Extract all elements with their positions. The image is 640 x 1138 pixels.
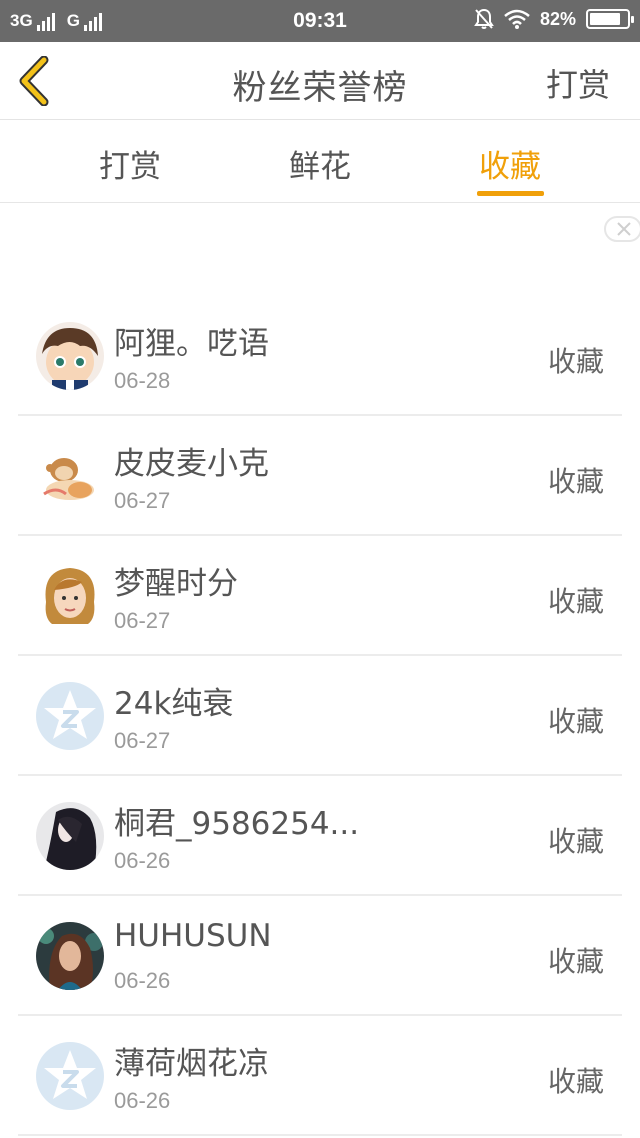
favorite-tag: 收藏: [547, 825, 604, 858]
battery-percent: 82%: [539, 8, 576, 29]
default-star-avatar: [36, 682, 104, 750]
user-name: 24k纯衰: [114, 686, 234, 722]
status-bar: 3G G 09:31 82%: [0, 0, 640, 42]
list-item[interactable]: 薄荷烟花凉 06-26 收藏: [18, 1016, 622, 1136]
user-name: HUHUSUN: [114, 918, 272, 954]
favorite-date: 06-26: [114, 968, 171, 993]
user-name: 皮皮麦小克: [114, 446, 269, 482]
favorite-tag: 收藏: [547, 705, 604, 738]
favorite-tag: 收藏: [547, 585, 604, 618]
list-item[interactable]: HUHUSUN 06-26 收藏: [18, 896, 622, 1016]
favorite-tag: 收藏: [547, 1065, 604, 1098]
close-icon: [617, 222, 631, 236]
favorite-tag: 收藏: [547, 945, 604, 978]
tab-reward[interactable]: 打赏: [70, 141, 190, 186]
favorite-date: 06-26: [114, 1088, 171, 1113]
list-item[interactable]: 阿狸。呓语 06-28 收藏: [18, 296, 622, 416]
favorite-date: 06-28: [114, 368, 171, 393]
reward-button[interactable]: 打赏: [546, 60, 610, 106]
tab-favorites[interactable]: 收藏: [450, 141, 570, 186]
title-bar: 粉丝荣誉榜 打赏: [0, 42, 640, 120]
list-item[interactable]: 梦醒时分 06-27 收藏: [18, 536, 622, 656]
user-name: 阿狸。呓语: [114, 326, 269, 362]
user-name: 桐君_9586254...: [114, 806, 360, 842]
favorite-date: 06-27: [114, 608, 171, 633]
page-title: 粉丝荣誉榜: [232, 68, 408, 108]
favorite-date: 06-26: [114, 848, 171, 873]
bell-muted-icon: [474, 8, 494, 29]
favorite-date: 06-27: [114, 728, 171, 753]
user-name: 薄荷烟花凉: [114, 1046, 269, 1082]
list-item[interactable]: 桐君_9586254... 06-26 收藏: [18, 776, 622, 896]
tab-bar: 打赏 鲜花 收藏: [0, 121, 640, 203]
tab-flowers[interactable]: 鲜花: [260, 141, 380, 186]
close-button[interactable]: [604, 216, 640, 242]
boy-cartoon-avatar: [36, 322, 104, 390]
battery-icon: [586, 9, 634, 29]
favorite-date: 06-27: [114, 488, 171, 513]
monkey-cartoon-avatar: [36, 442, 104, 510]
status-right: 82%: [474, 8, 634, 30]
favorite-tag: 收藏: [547, 345, 604, 378]
list-item[interactable]: 皮皮麦小克 06-27 收藏: [18, 416, 622, 536]
active-tab-indicator: [477, 191, 544, 196]
user-name: 梦醒时分: [114, 566, 238, 602]
wifi-icon: [504, 9, 530, 29]
dark-portrait-avatar: [36, 802, 104, 870]
girl-cartoon-avatar: [36, 562, 104, 630]
list-item[interactable]: 24k纯衰 06-27 收藏: [18, 656, 622, 776]
fan-list: 阿狸。呓语 06-28 收藏 皮皮麦小克 06-27 收藏 梦醒时分 06-27…: [18, 296, 622, 1136]
default-star-avatar: [36, 1042, 104, 1110]
favorite-tag: 收藏: [547, 465, 604, 498]
woman-photo-avatar: [36, 922, 104, 990]
